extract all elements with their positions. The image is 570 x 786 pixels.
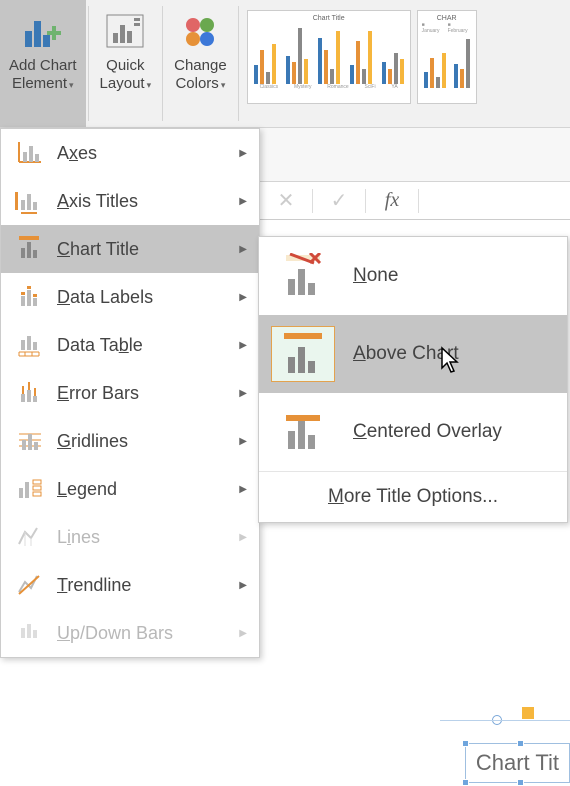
submenu-arrow-icon: ▶ <box>239 388 247 399</box>
accept-formula-button: ✓ <box>313 188 365 213</box>
chart-style-thumb-2[interactable]: CHAR ■ January■ February <box>417 10 477 104</box>
menu-axes[interactable]: Axes ▶ <box>1 129 259 177</box>
thumb-title: CHAR <box>422 15 472 22</box>
menu-label: Error Bars <box>57 383 139 404</box>
change-colors-label: Change Colors▾ <box>174 57 227 93</box>
quick-layout-button[interactable]: Quick Layout▾ <box>91 0 161 127</box>
chart-element-icon <box>19 7 67 55</box>
submenu-label: Centered Overlay <box>353 421 502 443</box>
lines-icon <box>13 522 45 552</box>
updown-bars-icon <box>13 618 45 648</box>
add-chart-element-label: Add Chart Element▾ <box>9 57 77 93</box>
submenu-above-chart[interactable]: Above Chart <box>259 315 567 393</box>
thumb-title: Chart Title <box>252 15 406 22</box>
submenu-arrow-icon: ▶ <box>239 148 247 159</box>
data-table-icon <box>13 330 45 360</box>
menu-updown-bars: Up/Down Bars ▶ <box>1 609 259 657</box>
submenu-arrow-icon: ▶ <box>239 340 247 351</box>
menu-lines: Lines ▶ <box>1 513 259 561</box>
menu-data-table[interactable]: Data Table ▶ <box>1 321 259 369</box>
menu-label: Gridlines <box>57 431 128 452</box>
menu-label: Axes <box>57 143 97 164</box>
menu-data-labels[interactable]: Data Labels ▶ <box>1 273 259 321</box>
submenu-arrow-icon: ▶ <box>239 196 247 207</box>
change-colors-button[interactable]: Change Colors▾ <box>165 0 236 127</box>
submenu-arrow-icon: ▶ <box>239 628 247 639</box>
menu-label: Legend <box>57 479 117 500</box>
quick-layout-label: Quick Layout▾ <box>100 57 152 93</box>
menu-label: Data Table <box>57 335 143 356</box>
menu-axis-titles[interactable]: Axis Titles ▶ <box>1 177 259 225</box>
menu-gridlines[interactable]: Gridlines ▶ <box>1 417 259 465</box>
centered-overlay-icon <box>271 404 335 460</box>
add-chart-element-button[interactable]: Add Chart Element▾ <box>0 0 86 127</box>
chart-title-text: Chart Tit <box>476 750 559 775</box>
legend-swatch <box>522 707 534 719</box>
trendline-icon <box>13 570 45 600</box>
chart-title-icon <box>13 234 45 264</box>
chart-element-menu: Axes ▶ Axis Titles ▶ Chart Title ▶ Data … <box>0 128 260 658</box>
menu-label: Data Labels <box>57 287 153 308</box>
ribbon: Add Chart Element▾ Quick Layout▾ Cha <box>0 0 570 128</box>
menu-trendline[interactable]: Trendline ▶ <box>1 561 259 609</box>
submenu-arrow-icon: ▶ <box>239 532 247 543</box>
menu-label: Axis Titles <box>57 191 138 212</box>
cancel-formula-button: ✕ <box>260 188 312 213</box>
menu-label: Lines <box>57 527 100 548</box>
above-chart-icon <box>271 326 335 382</box>
submenu-arrow-icon: ▶ <box>239 580 247 591</box>
none-icon <box>271 248 335 304</box>
chart-style-thumb-1[interactable]: Chart Title <box>247 10 411 104</box>
submenu-centered-overlay[interactable]: Centered Overlay <box>259 393 567 471</box>
menu-chart-title[interactable]: Chart Title ▶ <box>1 225 259 273</box>
quick-layout-icon <box>101 7 149 55</box>
submenu-arrow-icon: ▶ <box>239 484 247 495</box>
change-colors-icon <box>176 7 224 55</box>
submenu-label: None <box>353 265 398 287</box>
axis-titles-icon <box>13 186 45 216</box>
chart-title-placeholder[interactable]: Chart Tit <box>465 743 570 783</box>
menu-error-bars[interactable]: Error Bars ▶ <box>1 369 259 417</box>
data-labels-icon <box>13 282 45 312</box>
menu-label: Up/Down Bars <box>57 623 173 644</box>
chart-title-submenu: None Above Chart Centered Overlay More T… <box>258 236 568 523</box>
submenu-arrow-icon: ▶ <box>239 292 247 303</box>
submenu-label: Above Chart <box>353 343 459 365</box>
legend-icon <box>13 474 45 504</box>
menu-label: Trendline <box>57 575 131 596</box>
submenu-none[interactable]: None <box>259 237 567 315</box>
error-bars-icon <box>13 378 45 408</box>
submenu-more-options[interactable]: More Title Options... <box>259 471 567 522</box>
axes-icon <box>13 138 45 168</box>
submenu-arrow-icon: ▶ <box>239 436 247 447</box>
menu-label: Chart Title <box>57 239 139 260</box>
chart-style-gallery[interactable]: Chart Title <box>241 0 483 127</box>
menu-legend[interactable]: Legend ▶ <box>1 465 259 513</box>
submenu-arrow-icon: ▶ <box>239 244 247 255</box>
gridlines-icon <box>13 426 45 456</box>
insert-function-button[interactable]: fx <box>366 189 418 212</box>
